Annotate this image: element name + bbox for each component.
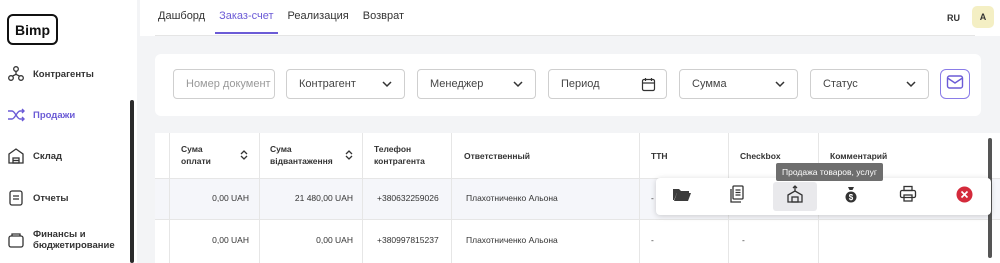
- chevron-down-icon: [380, 77, 394, 94]
- row-divider: [155, 219, 1000, 220]
- warehouse-icon: [6, 146, 26, 166]
- header-label: Сума оплати: [181, 144, 211, 166]
- header-checkbox: Checkbox: [740, 151, 781, 161]
- sidebar-item-warehouse[interactable]: Склад: [6, 142, 62, 170]
- document-number-input[interactable]: [186, 78, 274, 90]
- sidebar-item-reports[interactable]: Отчеты: [6, 184, 68, 212]
- counterparty-select[interactable]: Контрагент: [286, 69, 405, 99]
- header-comment: Комментарий: [830, 151, 888, 161]
- header-ttn: ТТН: [651, 151, 668, 161]
- sale-goods-button[interactable]: [773, 182, 817, 211]
- document-number-field[interactable]: [173, 69, 275, 99]
- sidebar-scrollbar[interactable]: [130, 100, 134, 263]
- sum-select[interactable]: Сумма: [679, 69, 798, 99]
- period-field-value: Период: [561, 78, 600, 90]
- copy-button[interactable]: [715, 182, 759, 211]
- chevron-down-icon: [904, 77, 918, 94]
- open-folder-icon: [672, 186, 692, 207]
- manager-select[interactable]: Менеджер: [417, 69, 536, 99]
- cell-ttn: -: [651, 235, 654, 245]
- cell-ttn: -: [651, 193, 654, 203]
- sort-icon[interactable]: [238, 149, 250, 164]
- header-payment-sum[interactable]: Сума оплати: [181, 143, 253, 167]
- language-switch[interactable]: RU: [947, 13, 960, 23]
- copy-document-icon: [729, 185, 745, 208]
- payment-button[interactable]: $: [829, 182, 873, 211]
- column-divider: [362, 133, 363, 263]
- mail-button[interactable]: [940, 69, 970, 99]
- chevron-down-icon: [511, 77, 525, 94]
- print-button[interactable]: [886, 182, 930, 211]
- column-divider: [639, 133, 640, 263]
- sum-select-value: Сумма: [692, 78, 727, 90]
- svg-text:$: $: [849, 193, 854, 202]
- calendar-icon[interactable]: [641, 77, 656, 95]
- shuffle-icon: [6, 105, 26, 125]
- counterparty-select-value: Контрагент: [299, 78, 356, 90]
- sidebar: Bimp Контрагенты Продажи Склад Отчеты Фи…: [0, 0, 137, 263]
- sale-goods-icon: [786, 185, 804, 208]
- status-select-value: Статус: [823, 78, 858, 90]
- header-shipment-sum[interactable]: Сума відвантаження: [270, 143, 358, 167]
- sidebar-item-sales[interactable]: Продажи: [6, 101, 75, 129]
- period-field[interactable]: Период: [548, 69, 667, 99]
- sidebar-item-label: Продажи: [33, 109, 76, 121]
- contacts-icon: [6, 64, 26, 84]
- cell-shipment-sum: 0,00 UAH: [316, 235, 353, 245]
- sidebar-item-label: Контрагенты: [33, 68, 94, 80]
- sidebar-item-finance[interactable]: Финансы и бюджетирование: [6, 226, 115, 254]
- column-divider: [451, 133, 452, 263]
- delete-icon: [956, 186, 973, 208]
- print-icon: [899, 185, 917, 208]
- filter-panel: Контрагент Менеджер Период Сумма Статус: [155, 54, 981, 116]
- cell-responsible: Плахотниченко Альона: [466, 193, 558, 203]
- header-responsible: Ответственный: [464, 151, 531, 161]
- cell-phone: +380997815237: [377, 235, 439, 245]
- header-label: Сума відвантаження: [270, 144, 333, 166]
- payment-icon: $: [843, 185, 859, 208]
- tab-dashboard[interactable]: Дашборд: [158, 10, 205, 34]
- delete-button[interactable]: [942, 182, 986, 211]
- top-header: Дашборд Заказ-счет Реализация Возврат RU…: [140, 0, 1000, 36]
- divider: [155, 35, 975, 36]
- cell-payment-sum: 0,00 UAH: [212, 235, 249, 245]
- sort-icon[interactable]: [343, 149, 355, 164]
- sidebar-item-contragents[interactable]: Контрагенты: [6, 60, 94, 88]
- cell-payment-sum: 0,00 UAH: [212, 193, 249, 203]
- sidebar-item-label: Склад: [33, 150, 63, 162]
- tab-return[interactable]: Возврат: [363, 10, 404, 34]
- chevron-down-icon: [773, 77, 787, 94]
- row-actions-popup: $: [656, 178, 991, 215]
- mail-icon: [946, 74, 964, 95]
- tab-order-invoice[interactable]: Заказ-счет: [215, 10, 278, 34]
- cell-shipment-sum: 21 480,00 UAH: [294, 193, 353, 203]
- manager-select-value: Менеджер: [430, 78, 484, 90]
- report-icon: [6, 188, 26, 208]
- tab-realization[interactable]: Реализация: [288, 10, 349, 34]
- cell-checkbox: -: [742, 235, 745, 245]
- app-logo[interactable]: Bimp: [7, 14, 58, 45]
- cell-phone: +380632259026: [377, 193, 439, 203]
- cell-responsible: Плахотниченко Альона: [466, 235, 558, 245]
- sidebar-item-label: Отчеты: [33, 192, 69, 204]
- open-button[interactable]: [660, 182, 704, 211]
- sidebar-item-label: Финансы и бюджетирование: [33, 229, 115, 251]
- tab-bar: Дашборд Заказ-счет Реализация Возврат: [158, 10, 418, 34]
- tooltip: Продажа товаров, услуг: [776, 163, 883, 181]
- header-phone: Телефон контрагента: [374, 144, 425, 166]
- wallet-icon: [6, 230, 26, 250]
- status-select[interactable]: Статус: [810, 69, 929, 99]
- avatar[interactable]: A: [972, 6, 994, 28]
